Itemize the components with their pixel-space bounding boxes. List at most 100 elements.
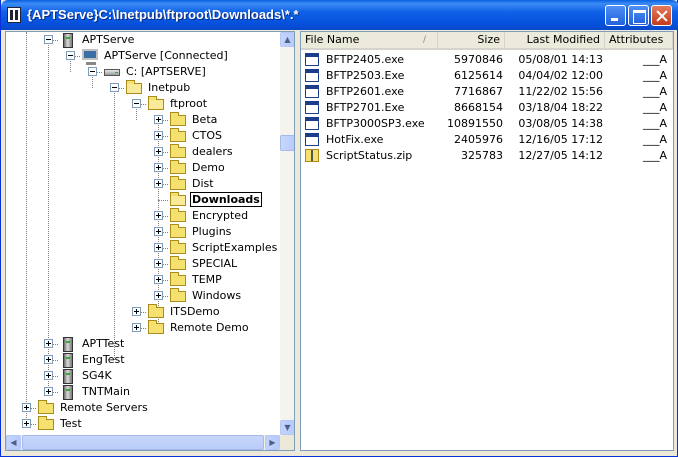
tree-node[interactable]: Encrypted [6,208,280,224]
tree-node[interactable]: dealers [6,144,280,160]
tree-node-label[interactable]: ScriptExamples [190,241,279,254]
tree-node-label[interactable]: Encrypted [190,209,250,222]
tree-node[interactable]: ITSDemo [6,304,280,320]
scroll-left-icon[interactable]: ◀ [6,435,21,450]
close-button[interactable] [651,5,672,26]
tree-horizontal-scroll-thumb[interactable] [22,435,264,450]
tree-node-label[interactable]: Test [58,417,84,430]
expand-icon[interactable] [154,115,163,124]
minimize-button[interactable] [605,5,626,26]
file-row[interactable]: BFTP2701.Exe 8668154 03/18/04 18:22 ___A [301,100,673,116]
tree-node-label[interactable]: ftproot [168,97,209,110]
tree-node-label[interactable]: Beta [190,113,219,126]
tree-node[interactable]: C: [APTSERVE] [6,64,280,80]
expand-icon[interactable] [22,403,31,412]
tree-node[interactable]: APTTest [6,336,280,352]
tree-node[interactable]: EngTest [6,352,280,368]
title-bar[interactable]: {APTServe}C:\Inetpub\ftproot\Downloads\*… [1,0,678,30]
tree-node[interactable]: Remote Servers [6,400,280,416]
tree-node-label[interactable]: TNTMain [80,385,132,398]
tree-node[interactable]: Beta [6,112,280,128]
tree-horizontal-scrollbar[interactable]: ◀ ▶ [6,435,280,450]
tree-node-label[interactable]: APTTest [80,337,126,350]
tree-node-label[interactable]: Plugins [190,225,233,238]
tree-node-label[interactable]: SPECIAL [190,257,239,270]
tree-node-label[interactable]: Windows [190,289,243,302]
column-header-size[interactable]: Size [438,32,505,49]
expand-icon[interactable] [154,275,163,284]
tree-node-label[interactable]: EngTest [80,353,127,366]
scroll-up-icon[interactable]: ▲ [280,32,294,47]
app-window: {APTServe}C:\Inetpub\ftproot\Downloads\*… [0,0,678,457]
file-row[interactable]: BFTP2405.exe 5970846 05/08/01 14:13 ___A [301,52,673,68]
tree-node-label[interactable]: Downloads [190,192,262,207]
expand-icon[interactable] [132,323,141,332]
tree-node-label[interactable]: Demo [190,161,227,174]
expand-icon[interactable] [44,339,53,348]
tree-node[interactable]: Downloads [6,192,280,208]
app-icon[interactable] [7,7,21,23]
tree-node[interactable]: SPECIAL [6,256,280,272]
tree-node-label[interactable]: Inetpub [146,81,192,94]
tree-node[interactable]: Inetpub [6,80,280,96]
tree-node[interactable]: TNTMain [6,384,280,400]
collapse-icon[interactable] [66,51,75,60]
expand-icon[interactable] [44,355,53,364]
tree-node-label[interactable]: SG4K [80,369,114,382]
expand-icon[interactable] [132,307,141,316]
scroll-down-icon[interactable]: ▼ [280,420,294,435]
tree-node-label[interactable]: Remote Servers [58,401,150,414]
column-header-attributes[interactable]: Attributes [605,32,673,49]
tree-node-label[interactable]: CTOS [190,129,224,142]
expand-icon[interactable] [154,211,163,220]
expand-icon[interactable] [44,387,53,396]
expand-icon[interactable] [154,147,163,156]
collapse-icon[interactable] [88,67,97,76]
tree-node-label[interactable]: ITSDemo [168,305,222,318]
tree-node-label[interactable]: APTServe [Connected] [102,49,230,62]
tree-node-label[interactable]: Remote Demo [168,321,251,334]
maximize-button[interactable] [628,5,649,26]
tree-node-label[interactable]: C: [APTSERVE] [124,65,208,78]
column-header-file-name[interactable]: File Name / [301,32,438,49]
scroll-right-icon[interactable]: ▶ [265,435,280,450]
collapse-icon[interactable] [110,83,119,92]
expand-icon[interactable] [154,259,163,268]
tree-node-label[interactable]: dealers [190,145,235,158]
file-row[interactable]: ScriptStatus.zip 325783 12/27/05 14:12 ___A [301,148,673,164]
tree-vertical-scroll-thumb[interactable] [280,135,294,151]
folder-icon [148,304,164,318]
tree-node[interactable]: ftproot [6,96,280,112]
file-row[interactable]: HotFix.exe 2405976 12/16/05 17:12 ___A [301,132,673,148]
tree-node[interactable]: Plugins [6,224,280,240]
column-header-last-modified[interactable]: Last Modified [505,32,605,49]
file-row[interactable]: BFTP2503.Exe 6125614 04/04/02 12:00 ___A [301,68,673,84]
tree-node-label[interactable]: TEMP [190,273,224,286]
tree-node[interactable]: Test [6,416,280,432]
file-row[interactable]: BFTP3000SP3.exe 10891550 03/08/05 14:38 ___… [301,116,673,132]
tree-node[interactable]: APTServe [Connected] [6,48,280,65]
tree-node[interactable]: SG4K [6,368,280,384]
tree-node[interactable]: Windows [6,288,280,304]
expand-icon[interactable] [44,371,53,380]
expand-icon[interactable] [154,163,163,172]
tree-node[interactable]: TEMP [6,272,280,288]
tree-node[interactable]: Demo [6,160,280,176]
expand-icon[interactable] [154,291,163,300]
tree-node[interactable]: ScriptExamples [6,240,280,256]
tree-node-label[interactable]: Dist [190,177,216,190]
expand-icon[interactable] [154,227,163,236]
tree-node[interactable]: Remote Demo [6,320,280,336]
expand-icon[interactable] [22,419,31,428]
tree-node[interactable]: Dist [6,176,280,192]
expand-icon[interactable] [154,243,163,252]
file-row[interactable]: BFTP2601.exe 7716867 11/22/02 15:56 ___A [301,84,673,100]
collapse-icon[interactable] [132,99,141,108]
tree-vertical-scrollbar[interactable]: ▲ ▼ [280,32,294,435]
tree-node-label[interactable]: APTServe [80,33,136,46]
tree-node[interactable]: APTServe [6,32,280,48]
tree-node[interactable]: CTOS [6,128,280,144]
expand-icon[interactable] [154,179,163,188]
expand-icon[interactable] [154,131,163,140]
collapse-icon[interactable] [44,35,53,44]
